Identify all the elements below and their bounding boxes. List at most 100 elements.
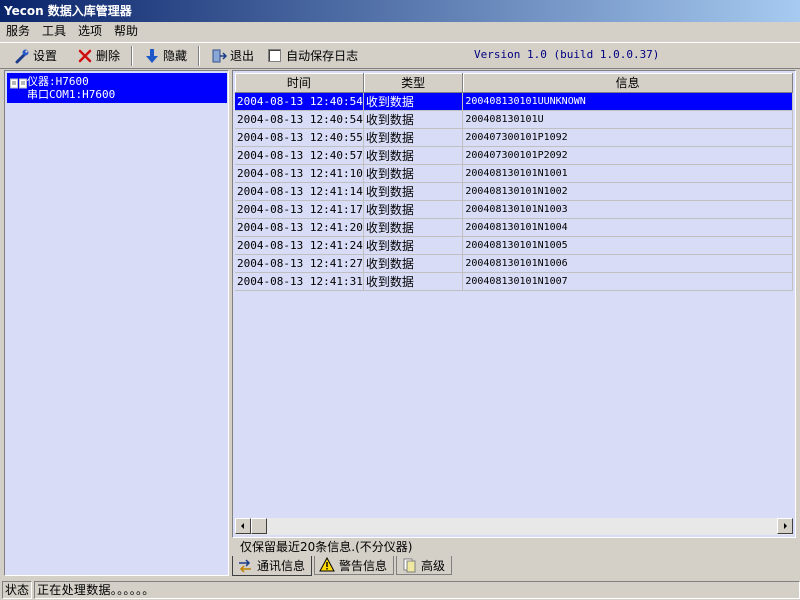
tab-comm-info[interactable]: 通讯信息 [232, 556, 313, 576]
menu-tools[interactable]: 工具 [36, 22, 72, 41]
warning-icon [319, 557, 335, 572]
table-row[interactable]: 2004-08-13 12:41:24 收到数据 200408130101N10… [235, 236, 793, 255]
toolbar: 设置 删除 隐藏 退出 自动保存日志 Version 1.0 (build 1.… [0, 42, 800, 69]
tab-warning-info[interactable]: 警告信息 [314, 556, 395, 575]
cell-info: 200408130101N1001 [462, 164, 793, 183]
cell-info: 200408130101N1005 [462, 236, 793, 255]
scroll-left-button[interactable] [235, 518, 251, 534]
cell-time: 2004-08-13 12:40:55 [235, 128, 364, 147]
hide-label: 隐藏 [163, 49, 188, 63]
tab-comm-info-label: 通讯信息 [257, 559, 306, 573]
table-row[interactable]: 2004-08-13 12:41:14 收到数据 200408130101N10… [235, 182, 793, 201]
table-row[interactable]: 2004-08-13 12:40:57 收到数据 200407300101P20… [235, 146, 793, 165]
wrench-icon [15, 49, 29, 63]
menu-service[interactable]: 服务 [0, 22, 36, 41]
cell-time: 2004-08-13 12:41:24 [235, 236, 364, 255]
delete-x-icon [78, 49, 92, 62]
table-row[interactable]: 2004-08-13 12:41:10 收到数据 200408130101N10… [235, 164, 793, 183]
tab-advanced-label: 高级 [421, 558, 446, 573]
arrow-left-icon [241, 523, 244, 529]
menu-help[interactable]: 帮助 [108, 22, 144, 41]
hide-button[interactable]: 隐藏 [138, 45, 193, 67]
cell-time: 2004-08-13 12:41:17 [235, 200, 364, 219]
cell-info: 200408130101N1006 [462, 254, 793, 273]
cell-time: 2004-08-13 12:40:57 [235, 146, 364, 165]
cell-time: 2004-08-13 12:40:54 [235, 110, 364, 129]
cell-info: 200408130101N1003 [462, 200, 793, 219]
table-row[interactable]: 2004-08-13 12:41:20 收到数据 200408130101N10… [235, 218, 793, 237]
table-row[interactable]: 2004-08-13 12:40:54 收到数据 200408130101UUN… [235, 92, 793, 111]
cell-info: 200408130101UUNKNOWN [462, 92, 793, 111]
cell-time: 2004-08-13 12:41:10 [235, 164, 364, 183]
cell-info: 200408130101N1007 [462, 272, 793, 291]
log-grid: 时间 类型 信息 2004-08-13 12:40:54 收到数据 200408… [235, 73, 793, 517]
scrollbar-track[interactable] [267, 518, 777, 535]
cell-time: 2004-08-13 12:40:54 [235, 92, 364, 111]
cell-type: 收到数据 [363, 92, 464, 111]
tree-port-label: 串口COM1:H7600 [27, 88, 116, 101]
cell-type: 收到数据 [363, 164, 464, 183]
table-row[interactable]: 2004-08-13 12:41:17 收到数据 200408130101N10… [235, 200, 793, 219]
log-grid-frame: 时间 类型 信息 2004-08-13 12:40:54 收到数据 200408… [232, 70, 796, 538]
table-row[interactable]: 2004-08-13 12:40:54 收到数据 200408130101U [235, 110, 793, 129]
autosave-label: 自动保存日志 [286, 49, 359, 63]
exit-label: 退出 [230, 49, 255, 63]
tree-node-text: 仪器:H7600 串口COM1:H7600 [27, 73, 115, 103]
transfer-icon [239, 558, 251, 573]
cell-type: 收到数据 [363, 218, 464, 237]
cell-type: 收到数据 [363, 182, 464, 201]
log-panel: 时间 类型 信息 2004-08-13 12:40:54 收到数据 200408… [232, 70, 796, 576]
column-header-time[interactable]: 时间 [235, 73, 364, 93]
exit-door-icon [212, 49, 228, 62]
scrollbar-thumb[interactable] [251, 518, 267, 534]
arrow-right-icon [784, 523, 787, 529]
autosave-checkbox[interactable] [268, 49, 282, 62]
cell-type: 收到数据 [363, 236, 464, 255]
tree-device-label: 仪器:H7600 [27, 75, 89, 88]
horizontal-scrollbar[interactable] [235, 518, 793, 535]
cell-type: 收到数据 [363, 128, 464, 147]
table-header-row: 时间 类型 信息 [235, 73, 793, 93]
cell-type: 收到数据 [363, 200, 464, 219]
delete-button[interactable]: 删除 [71, 45, 126, 67]
cell-time: 2004-08-13 12:41:31 [235, 272, 364, 291]
book-icon [7, 73, 27, 103]
settings-button[interactable]: 设置 [8, 45, 63, 67]
exit-button[interactable]: 退出 [205, 45, 260, 67]
table-row[interactable]: 2004-08-13 12:40:55 收到数据 200407300101P10… [235, 128, 793, 147]
toolbar-separator [131, 45, 134, 66]
cell-info: 200407300101P2092 [462, 146, 793, 165]
log-table: 时间 类型 信息 2004-08-13 12:40:54 收到数据 200408… [235, 73, 793, 291]
cell-time: 2004-08-13 12:41:20 [235, 218, 364, 237]
table-row[interactable]: 2004-08-13 12:41:31 收到数据 200408130101N10… [235, 272, 793, 291]
toolbar-separator [198, 45, 201, 66]
settings-label: 设置 [33, 49, 58, 63]
status-label: 状态 [2, 580, 32, 599]
status-bar: 状态 正在处理数据。。。。。。 [0, 579, 800, 600]
version-text: Version 1.0 (build 1.0.0.37) [474, 48, 660, 61]
cell-type: 收到数据 [363, 254, 464, 273]
delete-label: 删除 [96, 49, 121, 63]
column-header-info[interactable]: 信息 [462, 73, 793, 93]
menu-bar: 服务 工具 选项 帮助 [0, 22, 800, 41]
document-icon [403, 558, 416, 573]
tree-node-device[interactable]: 仪器:H7600 串口COM1:H7600 [7, 73, 227, 103]
device-tree-panel: 仪器:H7600 串口COM1:H7600 [4, 70, 229, 576]
cell-info: 200407300101P1092 [462, 128, 793, 147]
tab-advanced[interactable]: 高级 [396, 556, 453, 575]
scroll-right-button[interactable] [777, 518, 793, 534]
cell-type: 收到数据 [363, 110, 464, 129]
cell-type: 收到数据 [363, 146, 464, 165]
column-header-type[interactable]: 类型 [363, 73, 464, 93]
cell-type: 收到数据 [363, 272, 464, 291]
cell-info: 200408130101N1004 [462, 218, 793, 237]
status-text: 正在处理数据。。。。。。 [34, 580, 800, 599]
info-note: 仅保留最近20条信息.(不分仪器) [240, 540, 413, 554]
cell-info: 200408130101N1002 [462, 182, 793, 201]
window-title: Yecon 数据入库管理器 [0, 0, 800, 22]
cell-info: 200408130101U [462, 110, 793, 129]
cell-time: 2004-08-13 12:41:14 [235, 182, 364, 201]
arrow-down-icon [146, 48, 159, 63]
menu-options[interactable]: 选项 [72, 22, 108, 41]
table-row[interactable]: 2004-08-13 12:41:27 收到数据 200408130101N10… [235, 254, 793, 273]
